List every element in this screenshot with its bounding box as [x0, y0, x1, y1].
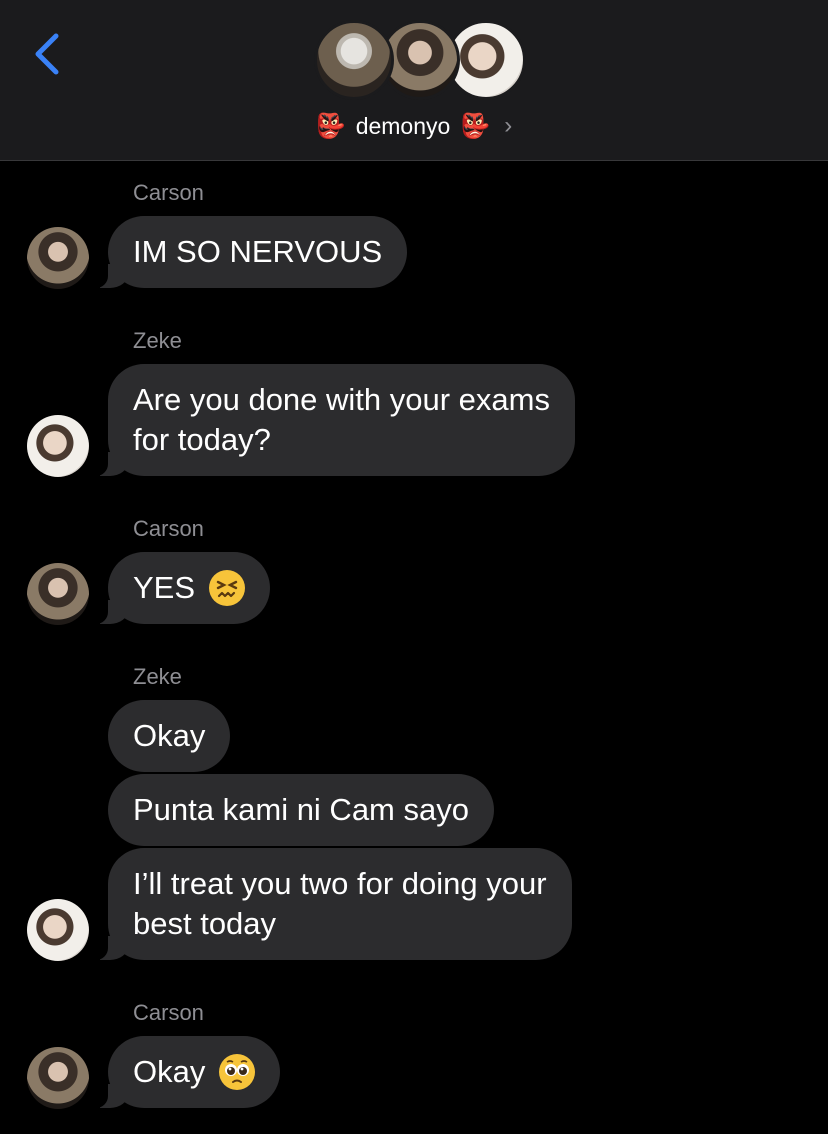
sender-name: Carson: [133, 1000, 204, 1025]
sender-name: Zeke: [133, 328, 182, 353]
avatar-carson[interactable]: [27, 563, 89, 625]
sender-name: Carson: [133, 180, 204, 205]
message-text: IM SO NERVOUS: [133, 234, 383, 269]
message-bubble[interactable]: Okay: [87, 1036, 281, 1108]
avatar-zeke[interactable]: [27, 899, 89, 961]
chat-header: 👺 demonyo 👺 ›: [0, 0, 828, 161]
message-text: Punta kami ni Cam sayo: [133, 792, 469, 827]
confounded-face-icon: [209, 570, 246, 606]
chevron-right-icon: ›: [504, 112, 513, 139]
chevron-left-icon: [35, 33, 59, 75]
message-bubble[interactable]: Okay: [108, 700, 231, 772]
group-name: demonyo: [355, 112, 451, 139]
message-text: YES: [133, 570, 196, 605]
message-bubble[interactable]: Are you done with your exams for today?: [88, 364, 575, 476]
sender-name: Carson: [133, 516, 204, 541]
member-avatar-1: [314, 20, 394, 100]
goblin-icon: 👺: [315, 112, 346, 140]
group-avatars[interactable]: [314, 20, 526, 104]
back-button[interactable]: [30, 30, 64, 78]
sender-name: Zeke: [133, 664, 182, 689]
avatar-zeke[interactable]: [27, 415, 89, 477]
message-text: Okay: [133, 718, 206, 753]
avatar-carson[interactable]: [27, 227, 89, 289]
message-bubble[interactable]: YES: [87, 552, 271, 624]
message-text: I’ll treat you two for doing your best t…: [133, 866, 547, 941]
pleading-face-icon: [219, 1054, 256, 1090]
group-title[interactable]: 👺 demonyo 👺 ›: [0, 108, 828, 144]
avatar-carson[interactable]: [27, 1047, 89, 1109]
message-bubble[interactable]: Punta kami ni Cam sayo: [108, 774, 494, 846]
goblin-icon: 👺: [460, 112, 491, 140]
message-text: Are you done with your exams for today?: [133, 382, 550, 457]
message-text: Okay: [133, 1054, 206, 1089]
message-bubble[interactable]: I’ll treat you two for doing your best t…: [88, 848, 572, 960]
message-bubble[interactable]: IM SO NERVOUS: [87, 216, 408, 288]
